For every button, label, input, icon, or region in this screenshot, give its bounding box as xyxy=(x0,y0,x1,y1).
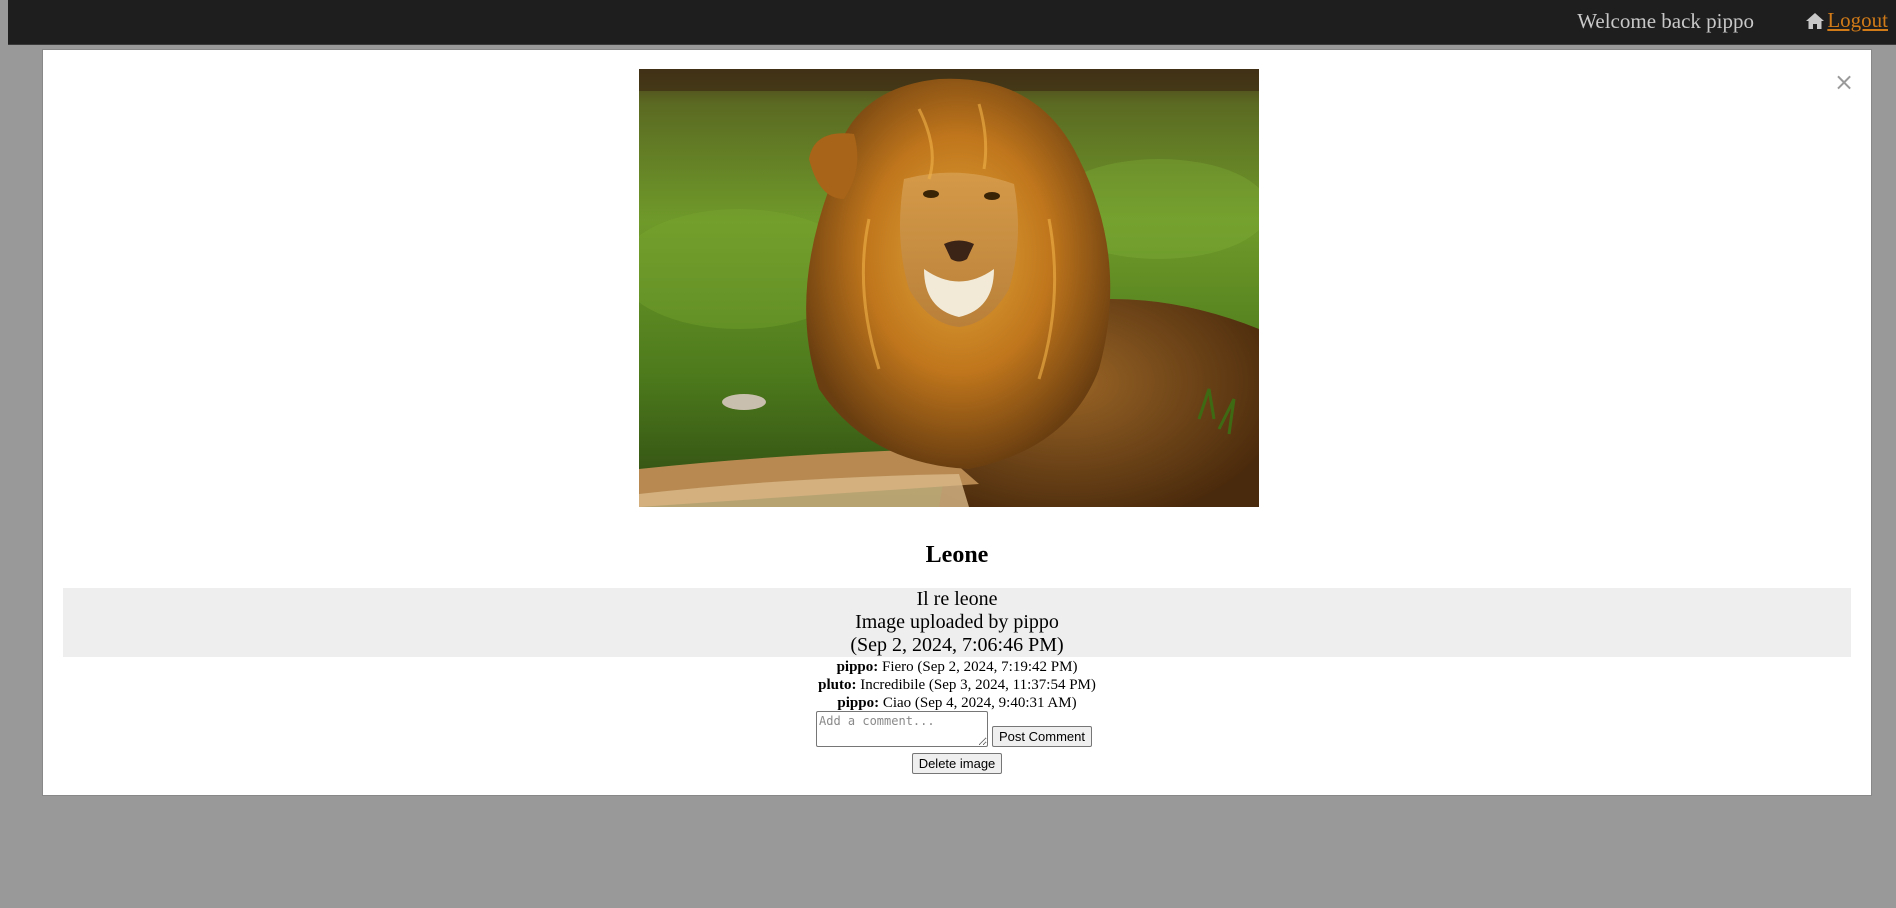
close-icon[interactable]: × xyxy=(1834,70,1854,94)
image-description: Il re leone xyxy=(916,588,998,610)
uploader-text: Image uploaded by pippo xyxy=(855,611,1059,633)
comment-author: pippo: xyxy=(836,659,879,675)
comment-item: pippo: Fiero (Sep 2, 2024, 7:19:42 PM) xyxy=(43,658,1871,676)
comment-item: pluto: Incredibile (Sep 3, 2024, 11:37:5… xyxy=(43,676,1871,694)
comment-author: pippo: xyxy=(837,695,880,711)
comment-author: pluto: xyxy=(818,677,857,693)
comment-text: Ciao (Sep 4, 2024, 9:40:31 AM) xyxy=(882,695,1077,711)
upload-date: (Sep 2, 2024, 7:06:46 PM) xyxy=(850,634,1064,656)
home-icon xyxy=(1804,11,1826,31)
image-title: Leone xyxy=(925,542,989,568)
delete-image-button[interactable]: Delete image xyxy=(911,753,1003,774)
logout-link[interactable]: Logout xyxy=(1804,8,1888,33)
logout-label[interactable]: Logout xyxy=(1827,8,1888,33)
comments-list: pippo: Fiero (Sep 2, 2024, 7:19:42 PM) p… xyxy=(43,658,1871,712)
post-comment-button[interactable]: Post Comment xyxy=(992,726,1092,747)
image-description-box: Il re leone Image uploaded by pippo (Sep… xyxy=(63,588,1851,657)
lion-image xyxy=(639,69,1259,507)
delete-area: Delete image xyxy=(43,753,1871,774)
comment-input[interactable] xyxy=(816,711,988,747)
comment-text: Fiero (Sep 2, 2024, 7:19:42 PM) xyxy=(882,659,1078,675)
comment-text: Incredibile (Sep 3, 2024, 11:37:54 PM) xyxy=(860,677,1096,693)
top-navbar: Welcome back pippo Logout xyxy=(8,0,1896,45)
comment-item: pippo: Ciao (Sep 4, 2024, 9:40:31 AM) xyxy=(43,694,1871,712)
comment-form: Post Comment xyxy=(816,711,1092,747)
image-modal: × Leone Il re leone Image uploaded by pi… xyxy=(42,49,1872,796)
welcome-message: Welcome back pippo xyxy=(1577,9,1754,33)
